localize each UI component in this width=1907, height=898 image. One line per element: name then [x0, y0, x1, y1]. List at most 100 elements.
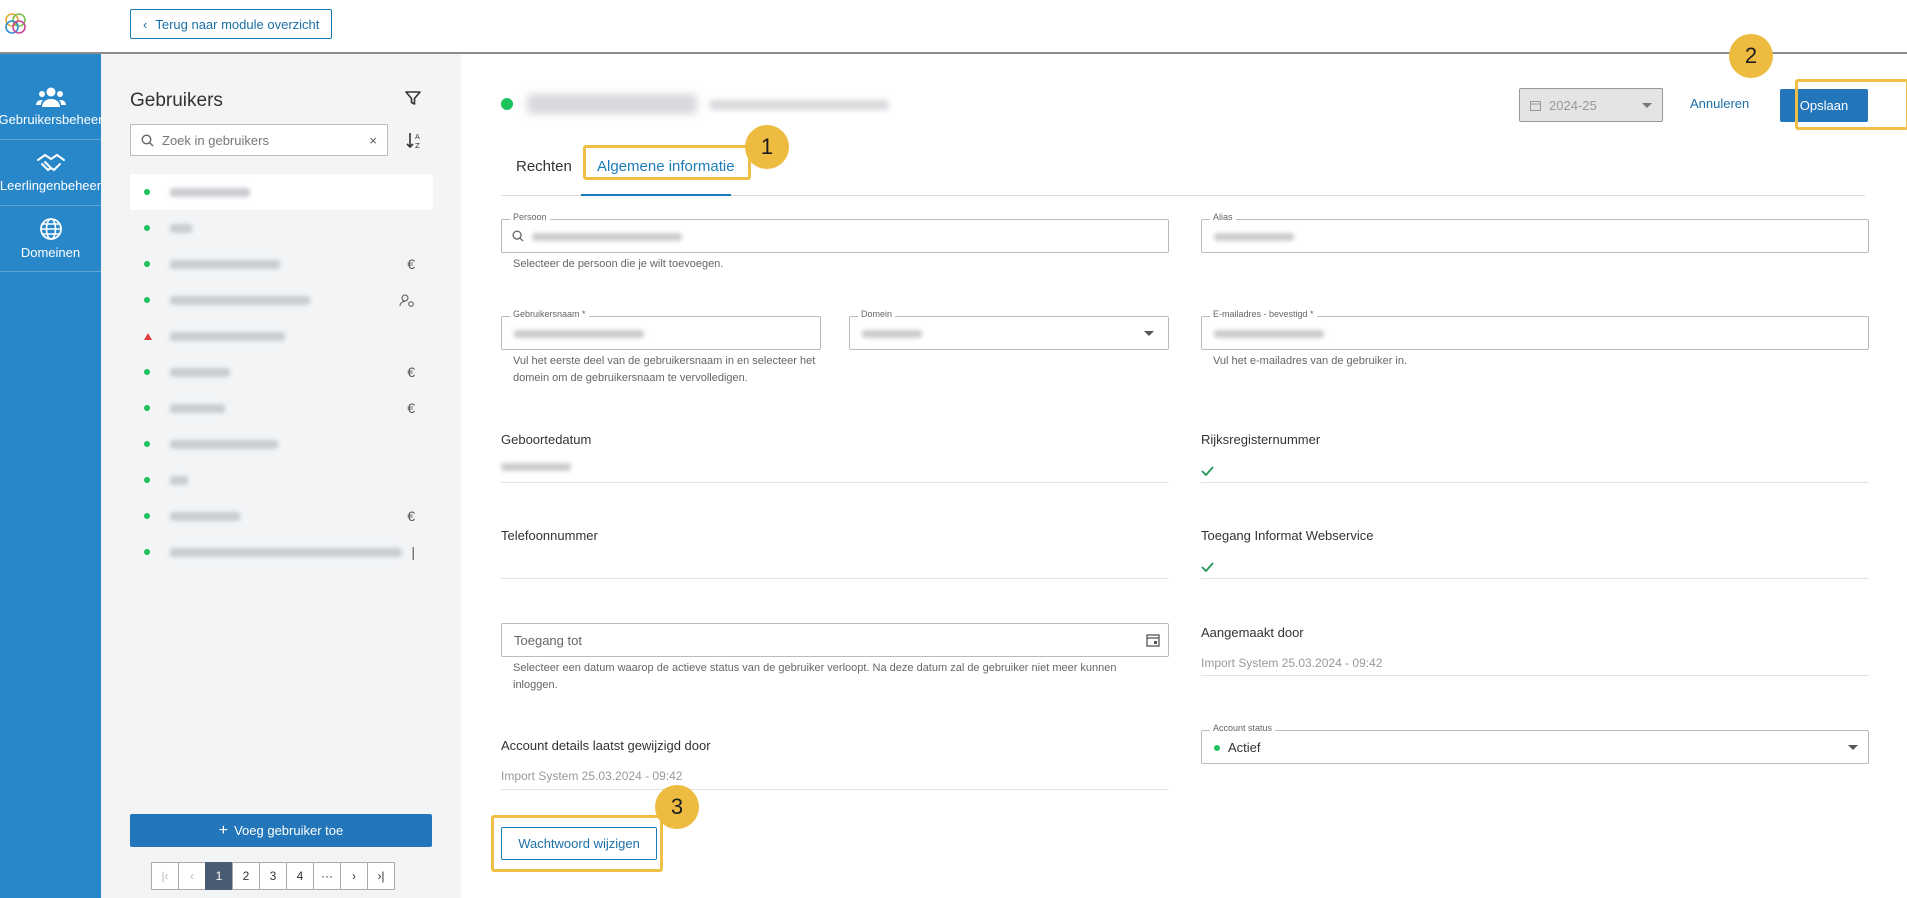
handshake-icon — [36, 153, 65, 172]
person-field[interactable]: Persoon — [501, 212, 1169, 253]
main-nav: Gebruikersbeheer Leerlingenbeheer Domein… — [0, 54, 103, 898]
page-button[interactable]: 4 — [286, 862, 314, 890]
nav-item-domeinen[interactable]: Domeinen — [0, 206, 101, 272]
user-detail: 2024-25 Annuleren Opslaan 2 Rechten Alge… — [461, 34, 1907, 898]
filter-icon[interactable] — [405, 90, 421, 106]
euro-badge: € — [407, 364, 415, 380]
user-list-item[interactable] — [130, 426, 433, 462]
user-list-item[interactable] — [130, 462, 433, 498]
add-user-label: Voeg gebruiker toe — [234, 823, 344, 838]
user-name — [170, 187, 250, 197]
person-hint: Selecteer de persoon die je wilt toevoeg… — [513, 258, 724, 270]
callout-badge-3: 3 — [655, 785, 699, 829]
created-by-divider — [1201, 675, 1869, 676]
clear-search-icon[interactable]: × — [369, 133, 377, 148]
callout-badge-1: 1 — [745, 125, 789, 169]
modified-by-divider — [501, 789, 1169, 790]
username-field[interactable]: Gebruikersnaam * — [501, 309, 821, 350]
alias-field[interactable]: Alias — [1201, 212, 1869, 253]
active-tab-indicator — [581, 194, 731, 196]
user-list-item[interactable]: € — [130, 354, 433, 390]
access-until-hint: Selecteer een datum waarop de actieve st… — [513, 662, 1117, 691]
user-list-item[interactable]: € — [130, 498, 433, 534]
user-name — [170, 295, 310, 305]
user-name — [170, 475, 188, 485]
status-dot — [144, 369, 150, 375]
tab-rechten[interactable]: Rechten — [516, 158, 572, 175]
globe-icon — [39, 218, 62, 240]
user-list: € € € € | — [130, 174, 433, 570]
access-until-field[interactable]: Toegang tot — [501, 623, 1169, 657]
page-button[interactable]: 1 — [205, 862, 233, 890]
account-status-label: Account status — [1210, 723, 1276, 733]
users-search-input[interactable]: Zoek in gebruikers × — [130, 124, 388, 156]
next-page-icon[interactable]: › — [340, 862, 368, 890]
status-dot — [144, 297, 150, 303]
euro-badge: € — [407, 256, 415, 272]
school-year-value: 2024-25 — [1549, 97, 1597, 113]
rrn-label: Rijksregisternummer — [1201, 432, 1321, 447]
euro-badge: € — [407, 508, 415, 524]
search-placeholder: Zoek in gebruikers — [162, 132, 269, 148]
user-list-item[interactable] — [130, 282, 433, 318]
status-dot — [144, 225, 150, 231]
page-button[interactable]: 2 — [232, 862, 260, 890]
user-name — [170, 511, 240, 521]
created-by-value: Import System 25.03.2024 - 09:42 — [1201, 656, 1383, 670]
account-status-value: Actief — [1228, 740, 1261, 755]
user-list-item[interactable]: € — [130, 246, 433, 282]
search-icon — [141, 133, 154, 146]
nav-item-leerlingenbeheer[interactable]: Leerlingenbeheer — [0, 140, 101, 206]
search-icon — [512, 230, 524, 242]
status-dot — [144, 405, 150, 411]
email-field[interactable]: E-mailadres - bevestigd * — [1201, 309, 1869, 350]
domain-select[interactable]: Domein — [849, 309, 1169, 350]
first-page-icon[interactable]: |‹ — [151, 862, 179, 890]
user-name — [170, 367, 230, 377]
euro-badge: € — [407, 400, 415, 416]
phone-label: Telefoonnummer — [501, 528, 598, 543]
status-dot — [144, 549, 150, 555]
plus-icon: + — [218, 821, 229, 839]
add-user-button[interactable]: + Voeg gebruiker toe — [130, 814, 432, 847]
user-name — [170, 547, 402, 557]
back-to-modules-button[interactable]: ‹ Terug naar module overzicht — [130, 9, 333, 39]
school-year-select[interactable]: 2024-25 — [1519, 88, 1663, 122]
person-value — [532, 233, 682, 241]
page-ellipsis[interactable]: ··· — [313, 862, 341, 890]
pagination: |‹ ‹ 1 2 3 4 ··· › ›| — [151, 862, 395, 890]
person-gear-icon — [399, 294, 414, 307]
account-status-select[interactable]: Account status Actief — [1201, 723, 1869, 764]
user-name — [170, 331, 285, 341]
user-name — [170, 439, 278, 449]
user-list-item[interactable]: | — [130, 534, 433, 570]
top-bar: ‹ Terug naar module overzicht — [0, 0, 1907, 54]
sort-icon[interactable]: A Z — [405, 131, 423, 149]
rrn-divider — [1201, 482, 1869, 483]
nav-label: Domeinen — [20, 245, 81, 260]
alias-label: Alias — [1210, 212, 1236, 222]
access-until-placeholder: Toegang tot — [514, 633, 582, 648]
status-dot — [1214, 745, 1220, 751]
svg-text:A: A — [415, 133, 420, 141]
calendar-icon — [1530, 100, 1541, 111]
page-button[interactable]: 3 — [259, 862, 287, 890]
users-icon — [35, 87, 66, 107]
status-dot — [144, 513, 150, 519]
callout-badge-2: 2 — [1729, 34, 1773, 78]
user-list-item[interactable] — [130, 210, 433, 246]
user-list-item[interactable]: € — [130, 390, 433, 426]
cancel-button[interactable]: Annuleren — [1690, 96, 1749, 111]
domain-value — [862, 330, 922, 338]
nav-label: Leerlingenbeheer — [0, 178, 102, 193]
username-label: Gebruikersnaam * — [510, 309, 589, 319]
status-dot — [144, 189, 150, 195]
prev-page-icon[interactable]: ‹ — [178, 862, 206, 890]
nav-item-gebruikersbeheer[interactable]: Gebruikersbeheer — [0, 74, 103, 140]
birthdate-label: Geboortedatum — [501, 432, 592, 447]
user-list-item[interactable] — [130, 318, 433, 354]
calendar-icon[interactable] — [1146, 633, 1160, 647]
last-page-icon[interactable]: ›| — [367, 862, 395, 890]
user-list-item[interactable] — [130, 174, 433, 210]
user-name — [170, 259, 280, 269]
